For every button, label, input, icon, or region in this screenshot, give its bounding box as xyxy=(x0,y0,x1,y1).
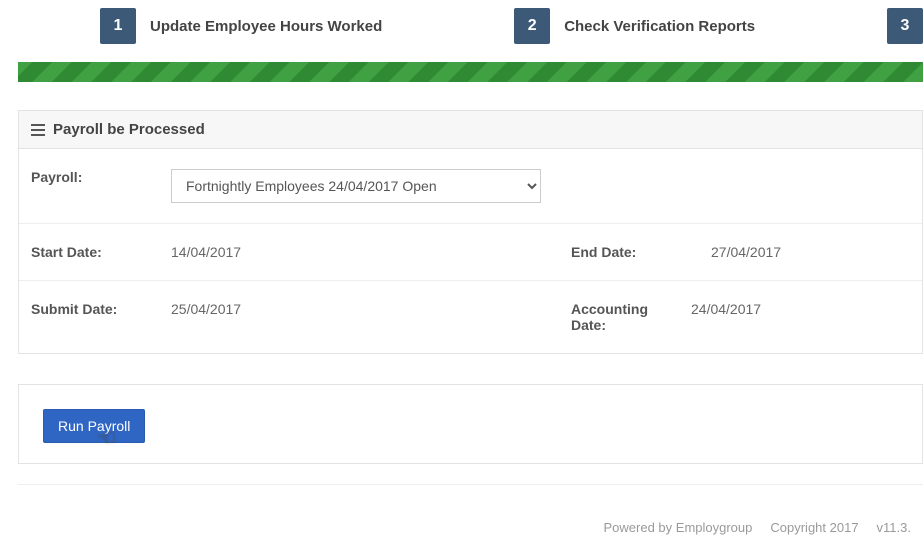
menu-icon[interactable] xyxy=(31,124,45,136)
submit-date-value: 25/04/2017 xyxy=(171,301,241,317)
step-3-number: 3 xyxy=(887,8,923,44)
submit-date-label: Submit Date: xyxy=(31,301,151,317)
payroll-select[interactable]: Fortnightly Employees 24/04/2017 Open xyxy=(171,169,541,203)
end-date-label: End Date: xyxy=(571,244,691,260)
row-dates-1: Start Date: 14/04/2017 End Date: 27/04/2… xyxy=(19,224,922,281)
start-date-value: 14/04/2017 xyxy=(171,244,241,260)
step-1-label: Update Employee Hours Worked xyxy=(150,18,382,35)
start-date-label: Start Date: xyxy=(31,244,151,260)
footer-powered: Powered by Employgroup xyxy=(604,520,753,535)
wizard-steps: 1 Update Employee Hours Worked 2 Check V… xyxy=(0,0,923,62)
accounting-date-label: Accounting Date: xyxy=(571,301,671,333)
step-2-label: Check Verification Reports xyxy=(564,18,755,35)
footer: Powered by Employgroup Copyright 2017 v1… xyxy=(604,520,911,535)
progress-bar xyxy=(18,62,923,82)
panel-header: Payroll be Processed xyxy=(19,111,922,149)
step-1[interactable]: 1 Update Employee Hours Worked xyxy=(100,8,382,44)
footer-copyright: Copyright 2017 xyxy=(770,520,858,535)
run-payroll-button[interactable]: Run Payroll xyxy=(43,409,145,443)
step-1-number: 1 xyxy=(100,8,136,44)
footer-divider xyxy=(18,484,923,485)
row-payroll: Payroll: Fortnightly Employees 24/04/201… xyxy=(19,149,922,224)
panel-title: Payroll be Processed xyxy=(53,121,205,138)
step-2-number: 2 xyxy=(514,8,550,44)
row-dates-2: Submit Date: 25/04/2017 Accounting Date:… xyxy=(19,281,922,353)
step-3[interactable]: 3 xyxy=(887,8,923,44)
step-2[interactable]: 2 Check Verification Reports xyxy=(514,8,755,44)
payroll-label: Payroll: xyxy=(31,169,151,185)
panel-body: Payroll: Fortnightly Employees 24/04/201… xyxy=(19,149,922,353)
action-panel: Run Payroll ☜ xyxy=(18,384,923,464)
accounting-date-value: 24/04/2017 xyxy=(691,301,761,317)
payroll-panel: Payroll be Processed Payroll: Fortnightl… xyxy=(18,110,923,354)
end-date-value: 27/04/2017 xyxy=(711,244,781,260)
footer-version: v11.3. xyxy=(877,520,911,535)
